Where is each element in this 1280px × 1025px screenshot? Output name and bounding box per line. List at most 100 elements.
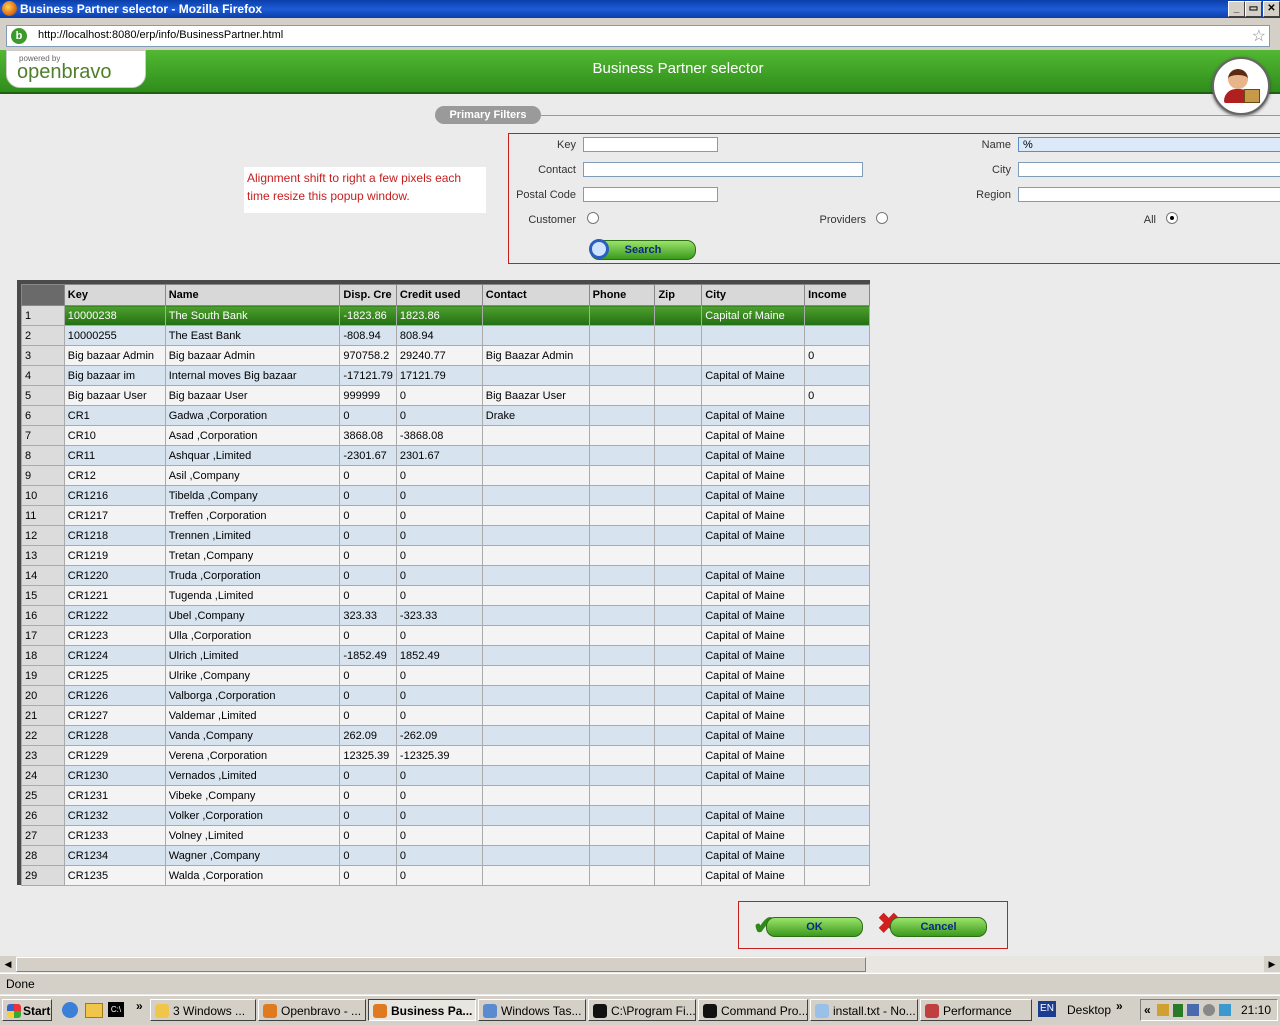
table-cell[interactable]: Big bazaar Admin	[164, 345, 341, 366]
table-row[interactable]: 11 CR1217 Treffen ,Corporation 0 0 Capital of…	[21, 505, 870, 526]
table-cell[interactable]	[654, 665, 703, 686]
table-cell[interactable]	[654, 465, 703, 486]
table-cell[interactable]: The South Bank	[164, 305, 341, 326]
table-cell[interactable]: Big bazaar User	[63, 385, 166, 406]
table-cell[interactable]: Vernados ,Limited	[164, 765, 341, 786]
table-cell[interactable]	[654, 725, 703, 746]
table-cell[interactable]	[654, 505, 703, 526]
address-bar[interactable]: b http://localhost:8080/erp/info/Busines…	[6, 25, 1270, 47]
providers-radio[interactable]	[876, 212, 888, 224]
site-identity-icon[interactable]: b	[11, 28, 27, 44]
table-cell[interactable]: Capital of Maine	[701, 365, 806, 386]
table-cell[interactable]	[588, 805, 656, 826]
table-cell[interactable]	[804, 425, 870, 446]
table-cell[interactable]	[804, 705, 870, 726]
table-cell[interactable]: Capital of Maine	[701, 805, 806, 826]
table-row[interactable]: 1 10000238 The South Bank -1823.86 1823.86 Ca…	[21, 305, 870, 326]
table-cell[interactable]: 0	[339, 785, 397, 806]
table-cell[interactable]	[588, 705, 656, 726]
taskbar-button[interactable]: install.txt - No...	[810, 999, 918, 1021]
taskbar-button[interactable]: 3 Windows ...	[150, 999, 256, 1021]
column-header-credit-used[interactable]: Credit used	[395, 284, 483, 306]
table-cell[interactable]: 0	[395, 785, 483, 806]
table-cell[interactable]: Capital of Maine	[701, 645, 806, 666]
cancel-button[interactable]: Cancel	[890, 917, 987, 937]
table-cell[interactable]: Capital of Maine	[701, 845, 806, 866]
table-cell[interactable]: 12325.39	[339, 745, 397, 766]
table-cell[interactable]: 999999	[339, 385, 397, 406]
table-row[interactable]: 10 CR1216 Tibelda ,Company 0 0 Capital of Mai…	[21, 485, 870, 506]
table-cell[interactable]	[481, 425, 590, 446]
table-cell[interactable]: Asil ,Company	[164, 465, 341, 486]
table-cell[interactable]: Capital of Maine	[701, 565, 806, 586]
table-cell[interactable]: 323.33	[339, 605, 397, 626]
table-cell[interactable]	[588, 865, 656, 886]
table-cell[interactable]	[588, 785, 656, 806]
table-cell[interactable]: Ubel ,Company	[164, 605, 341, 626]
table-cell[interactable]	[481, 545, 590, 566]
table-cell[interactable]	[588, 325, 656, 346]
table-row[interactable]: 13 CR1219 Tretan ,Company 0 0	[21, 545, 870, 566]
table-cell[interactable]	[654, 565, 703, 586]
table-cell[interactable]: 0	[339, 865, 397, 886]
table-cell[interactable]: CR11	[63, 445, 166, 466]
column-header-zip[interactable]: Zip	[654, 284, 703, 306]
table-cell[interactable]: Big bazaar User	[164, 385, 341, 406]
table-cell[interactable]: 0	[395, 705, 483, 726]
table-cell[interactable]	[654, 645, 703, 666]
table-cell[interactable]: Big bazaar Admin	[63, 345, 166, 366]
table-cell[interactable]: Big Baazar Admin	[481, 345, 590, 366]
table-row[interactable]: 18 CR1224 Ulrich ,Limited -1852.49 1852.49 Ca…	[21, 645, 870, 666]
column-header-contact[interactable]: Contact	[481, 284, 590, 306]
table-cell[interactable]: Ulrike ,Company	[164, 665, 341, 686]
customer-radio[interactable]	[587, 212, 599, 224]
table-cell[interactable]: Capital of Maine	[701, 305, 806, 326]
table-cell[interactable]	[588, 445, 656, 466]
table-cell[interactable]	[804, 725, 870, 746]
table-cell[interactable]: CR1219	[63, 545, 166, 566]
table-cell[interactable]: 0	[339, 405, 397, 426]
table-row[interactable]: 16 CR1222 Ubel ,Company 323.33 -323.33 Capita…	[21, 605, 870, 626]
table-cell[interactable]	[588, 585, 656, 606]
table-cell[interactable]	[804, 545, 870, 566]
table-cell[interactable]: CR1224	[63, 645, 166, 666]
table-cell[interactable]	[481, 645, 590, 666]
table-cell[interactable]	[654, 605, 703, 626]
table-cell[interactable]: Volker ,Corporation	[164, 805, 341, 826]
table-cell[interactable]: 262.09	[339, 725, 397, 746]
taskbar-button[interactable]: Business Pa...	[368, 999, 476, 1021]
table-cell[interactable]	[481, 365, 590, 386]
table-cell[interactable]	[654, 685, 703, 706]
table-cell[interactable]	[804, 785, 870, 806]
table-row[interactable]: 28 CR1234 Wagner ,Company 0 0 Capital of Main…	[21, 845, 870, 866]
table-cell[interactable]	[654, 485, 703, 506]
table-cell[interactable]: CR12	[63, 465, 166, 486]
table-cell[interactable]	[701, 785, 806, 806]
table-cell[interactable]	[588, 665, 656, 686]
table-cell[interactable]: Ulla ,Corporation	[164, 625, 341, 646]
table-cell[interactable]: Vanda ,Company	[164, 725, 341, 746]
table-cell[interactable]: 0	[339, 825, 397, 846]
table-cell[interactable]	[804, 565, 870, 586]
bookmark-star-icon[interactable]: ☆	[1252, 26, 1266, 46]
table-cell[interactable]: CR10	[63, 425, 166, 446]
volume-icon[interactable]	[1203, 1004, 1215, 1016]
table-cell[interactable]	[701, 325, 806, 346]
table-row[interactable]: 14 CR1220 Truda ,Corporation 0 0 Capital of M…	[21, 565, 870, 586]
table-cell[interactable]: 2301.67	[395, 445, 483, 466]
table-cell[interactable]	[654, 385, 703, 406]
table-row[interactable]: 7 CR10 Asad ,Corporation 3868.08 -3868.08 Cap…	[21, 425, 870, 446]
table-cell[interactable]	[481, 505, 590, 526]
table-row[interactable]: 9 CR12 Asil ,Company 0 0 Capital of Maine	[21, 465, 870, 486]
table-cell[interactable]: Capital of Maine	[701, 445, 806, 466]
table-cell[interactable]: Capital of Maine	[701, 465, 806, 486]
column-header-key[interactable]: Key	[63, 284, 166, 306]
table-cell[interactable]	[481, 485, 590, 506]
table-cell[interactable]: -262.09	[395, 725, 483, 746]
table-cell[interactable]: Capital of Maine	[701, 685, 806, 706]
scrollbar-thumb[interactable]	[16, 957, 866, 972]
horizontal-scrollbar[interactable]: ◀ ▶	[0, 956, 1280, 972]
table-cell[interactable]	[701, 545, 806, 566]
table-cell[interactable]: CR1	[63, 405, 166, 426]
table-cell[interactable]	[654, 785, 703, 806]
